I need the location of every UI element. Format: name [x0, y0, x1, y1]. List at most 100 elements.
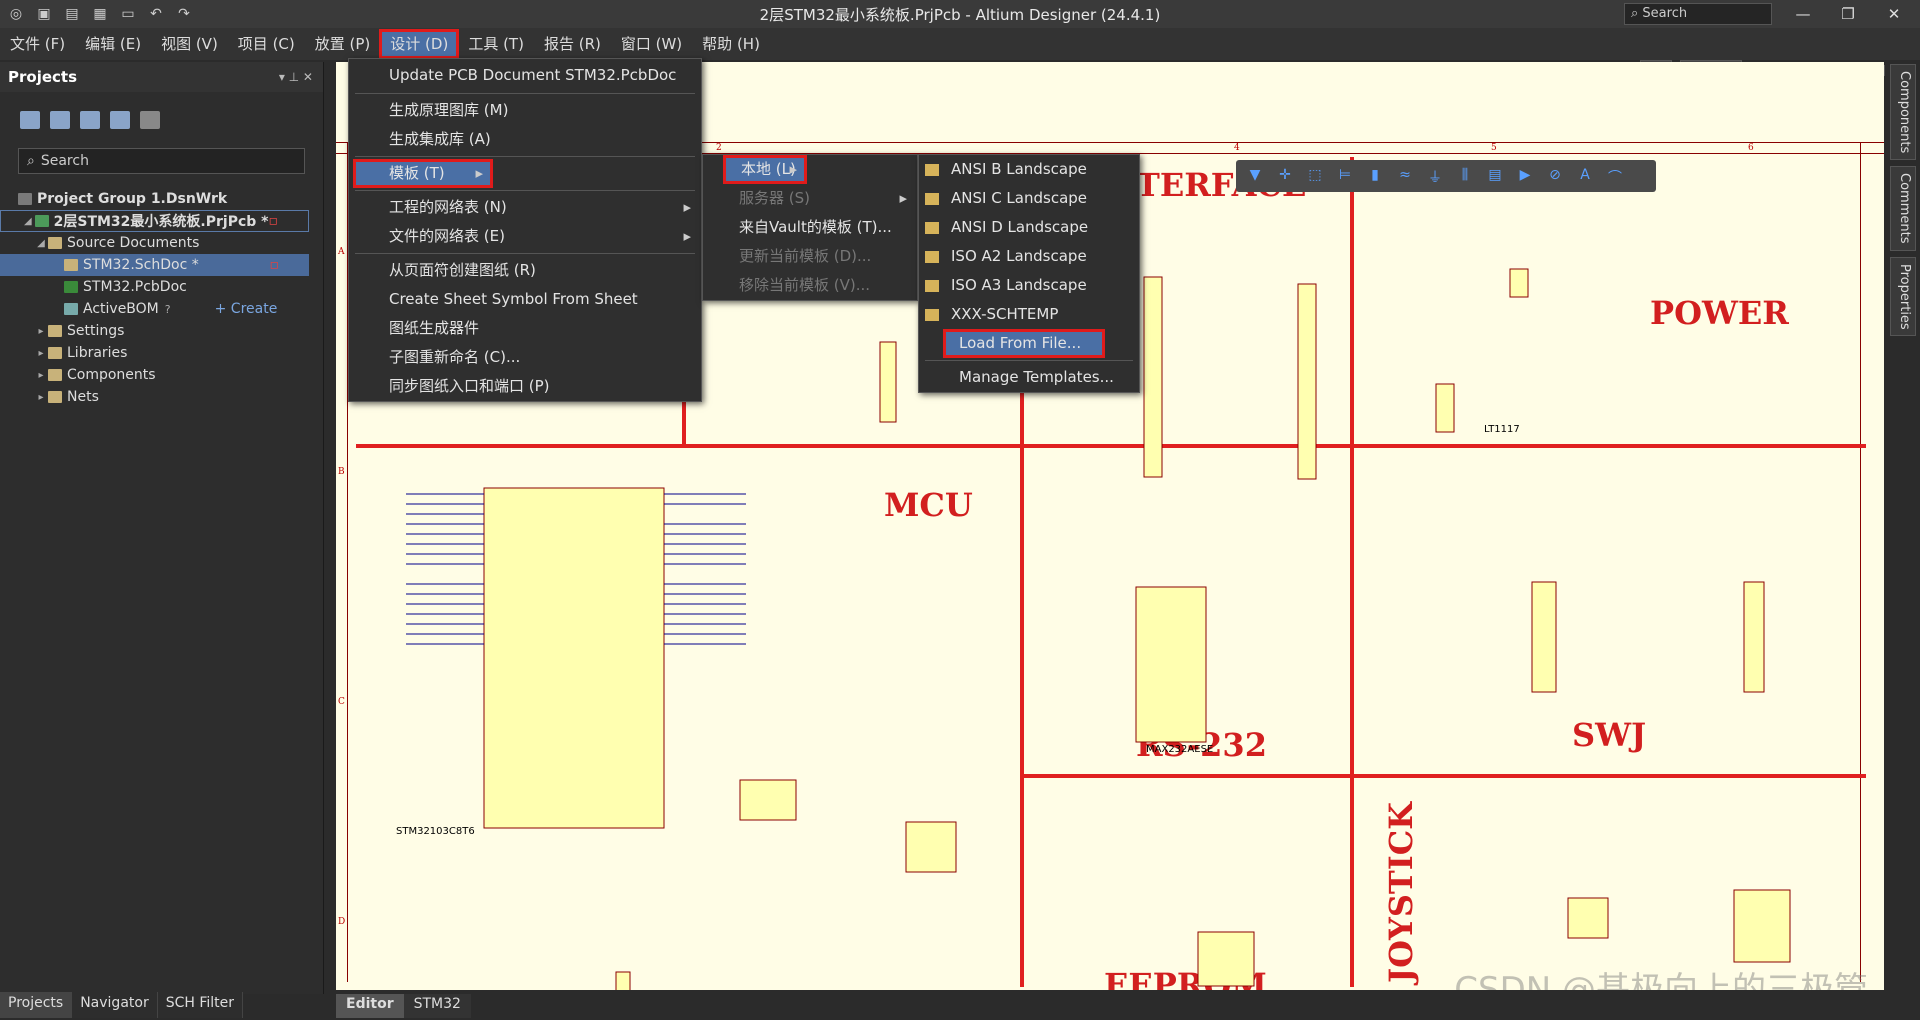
- menu-item-make-int-lib[interactable]: 生成集成库 (A): [349, 125, 701, 154]
- tree-item-components[interactable]: ▸ Components: [0, 364, 323, 386]
- tree-item-schdoc[interactable]: STM32.SchDoc * ▫: [0, 254, 309, 276]
- part-icon[interactable]: ▮: [1364, 167, 1386, 185]
- tab-components[interactable]: Components: [1890, 64, 1916, 161]
- project-icon: [34, 215, 49, 227]
- open-project-icon[interactable]: [80, 111, 100, 129]
- menu-item-doc-netlist[interactable]: 文件的网络表 (E): [349, 222, 701, 251]
- panel-tabs: Projects Navigator SCH Filter: [0, 992, 244, 1018]
- text-icon[interactable]: A: [1574, 167, 1596, 185]
- menu-item-rename-child-sheet[interactable]: 子图重新命名 (C)...: [349, 343, 701, 372]
- menu-item-vault-template[interactable]: 来自Vault的模板 (T)...: [703, 213, 917, 242]
- menu-project[interactable]: 项目 (C): [228, 30, 305, 58]
- projects-panel: Projects ▾ ⊥ ✕ ⌕ Search Project Group 1.…: [0, 62, 324, 994]
- menu-item-update-template: 更新当前模板 (D)...: [739, 247, 872, 265]
- save-icon[interactable]: ▣: [34, 4, 54, 24]
- template-file-icon: [925, 221, 939, 234]
- port-icon[interactable]: ▶: [1514, 167, 1536, 185]
- menu-file[interactable]: 文件 (F): [0, 30, 75, 58]
- menu-item-update-pcb[interactable]: Update PCB Document STM32.PcbDoc: [349, 59, 701, 91]
- menu-item-local[interactable]: 本地 (L): [723, 155, 807, 184]
- folder-icon: [48, 369, 62, 381]
- tab-sch-filter[interactable]: SCH Filter: [157, 992, 244, 1018]
- menu-item-server: 服务器 (S): [703, 184, 917, 213]
- menu-help[interactable]: 帮助 (H): [692, 30, 770, 58]
- part-label: LT1117: [1484, 424, 1520, 435]
- menu-bar: 文件 (F) 编辑 (E) 视图 (V) 项目 (C) 放置 (P) 设计 (D…: [0, 28, 1920, 84]
- menu-design[interactable]: 设计 (D): [379, 29, 460, 59]
- menu-item-create-sheet-from-symbol[interactable]: 从页面符创建图纸 (R): [349, 256, 701, 285]
- directive-icon[interactable]: ⊘: [1544, 167, 1566, 185]
- menu-item-xxx-schtemp[interactable]: XXX-SCHTEMP: [919, 300, 1139, 329]
- tab-comments[interactable]: Comments: [1890, 166, 1916, 251]
- tab-properties[interactable]: Properties: [1890, 256, 1916, 337]
- menu-item-ansi-b[interactable]: ANSI B Landscape: [919, 155, 1139, 184]
- menu-view[interactable]: 视图 (V): [151, 30, 228, 58]
- tree-item-project-group[interactable]: Project Group 1.DsnWrk: [0, 188, 323, 210]
- redo-icon[interactable]: ↷: [174, 4, 194, 24]
- menu-separator: [355, 190, 695, 191]
- bus-icon[interactable]: ⫼: [1454, 167, 1476, 185]
- menu-edit[interactable]: 编辑 (E): [75, 30, 151, 58]
- folder-icon[interactable]: ▭: [118, 4, 138, 24]
- undo-icon[interactable]: ↶: [146, 4, 166, 24]
- menu-reports[interactable]: 报告 (R): [534, 30, 611, 58]
- tree-item-source-documents[interactable]: ◢ Source Documents: [0, 232, 323, 254]
- menu-tools[interactable]: 工具 (T): [458, 30, 534, 58]
- menu-item-iso-a3[interactable]: ISO A3 Landscape: [919, 271, 1139, 300]
- close-project-icon[interactable]: [110, 111, 130, 129]
- tree-item-libraries[interactable]: ▸ Libraries: [0, 342, 323, 364]
- menu-separator: [355, 253, 695, 254]
- menu-place[interactable]: 放置 (P): [305, 30, 381, 58]
- tree-item-settings[interactable]: ▸ Settings: [0, 320, 323, 342]
- tab-navigator[interactable]: Navigator: [72, 992, 158, 1018]
- select-icon[interactable]: ⬚: [1304, 167, 1326, 185]
- create-bom-link[interactable]: + Create: [215, 301, 278, 317]
- menu-item-ansi-c[interactable]: ANSI C Landscape: [919, 184, 1139, 213]
- menu-item-manage-templates[interactable]: Manage Templates...: [919, 363, 1139, 392]
- maximize-button[interactable]: ❐: [1826, 0, 1870, 28]
- filter-icon[interactable]: ▼: [1244, 167, 1266, 185]
- project-search-input[interactable]: ⌕ Search: [18, 148, 305, 174]
- close-button[interactable]: ✕: [1872, 0, 1916, 28]
- pcb-doc-icon: [64, 281, 78, 293]
- folder-icon: [48, 325, 62, 337]
- quick-access-toolbar: ◎ ▣ ▤ ▦ ▭ ↶ ↷: [6, 4, 194, 24]
- menu-item-iso-a2[interactable]: ISO A2 Landscape: [919, 242, 1139, 271]
- tree-item-pcbdoc[interactable]: STM32.PcbDoc: [0, 276, 323, 298]
- settings-icon[interactable]: [140, 111, 160, 129]
- templates-submenu: 本地 (L) 服务器 (S) 来自Vault的模板 (T)... 更新当前模板 …: [702, 154, 918, 301]
- panel-controls-icon[interactable]: ▾ ⊥ ✕: [279, 70, 313, 84]
- tree-item-activebom[interactable]: ActiveBOM? + Create: [0, 298, 323, 320]
- menu-item-make-sch-lib[interactable]: 生成原理图库 (M): [349, 96, 701, 125]
- align-icon[interactable]: ⊨: [1334, 167, 1356, 185]
- save-all-icon[interactable]: ▤: [62, 4, 82, 24]
- part-label: STM32103C8T6: [396, 826, 475, 837]
- save-all-projects-icon[interactable]: [50, 111, 70, 129]
- tree-item-project[interactable]: ◢ 2层STM32最小系统板.PrjPcb * ▫: [0, 210, 309, 232]
- open-icon[interactable]: ▦: [90, 4, 110, 24]
- menu-item-templates[interactable]: 模板 (T): [353, 159, 493, 188]
- tree-item-nets[interactable]: ▸ Nets: [0, 386, 323, 408]
- arc-icon[interactable]: ⌒: [1604, 167, 1626, 186]
- wire-icon[interactable]: ≈: [1394, 167, 1416, 185]
- tab-projects[interactable]: Projects: [0, 992, 73, 1018]
- menu-item-create-symbol-from-sheet[interactable]: Create Sheet Symbol From Sheet: [349, 285, 701, 314]
- tab-stm32[interactable]: STM32: [403, 994, 471, 1018]
- power-icon[interactable]: ⏚: [1424, 167, 1446, 186]
- modified-icon: ▫: [268, 213, 279, 229]
- watermark: CSDN @基极向上的三极管: [1454, 970, 1868, 990]
- global-search-input[interactable]: ⌕ Search: [1624, 3, 1772, 25]
- menu-item-project-netlist[interactable]: 工程的网络表 (N): [349, 193, 701, 222]
- tab-editor[interactable]: Editor: [336, 994, 404, 1018]
- harness-icon[interactable]: ▤: [1484, 167, 1506, 185]
- search-icon: ⌕: [27, 153, 35, 169]
- menu-item-load-from-file[interactable]: Load From File...: [943, 329, 1105, 358]
- app-logo-icon: ◎: [9, 6, 23, 22]
- save-project-icon[interactable]: [20, 111, 40, 129]
- menu-item-sheet-to-part[interactable]: 图纸生成器件: [349, 314, 701, 343]
- minimize-button[interactable]: —: [1781, 0, 1825, 28]
- menu-item-ansi-d[interactable]: ANSI D Landscape: [919, 213, 1139, 242]
- menu-window[interactable]: 窗口 (W): [611, 30, 692, 58]
- menu-item-sync-sheet-entries[interactable]: 同步图纸入口和端口 (P): [349, 372, 701, 401]
- move-icon[interactable]: ✛: [1274, 167, 1296, 185]
